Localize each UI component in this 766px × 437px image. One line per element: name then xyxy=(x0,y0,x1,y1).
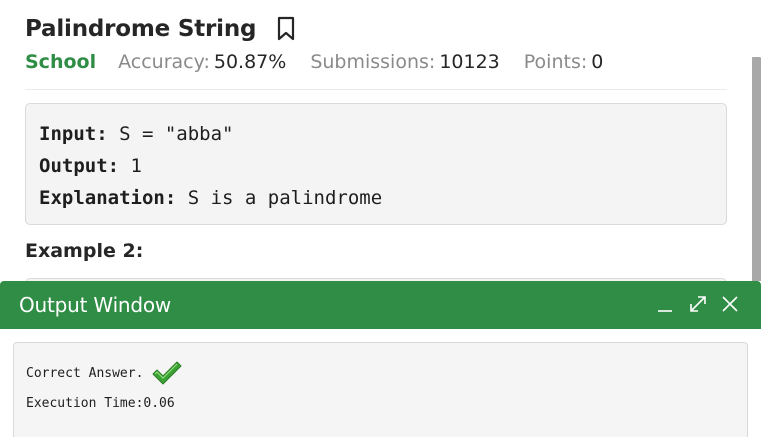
example-output-line: Output: 1 xyxy=(39,150,713,182)
output-window: Output Window Correct Answer. Execution … xyxy=(0,281,766,437)
explanation-label: Explanation: xyxy=(39,187,177,209)
title-row: Palindrome String xyxy=(25,16,296,42)
output-window-header: Output Window xyxy=(0,281,761,329)
submissions-value: 10123 xyxy=(439,51,500,73)
example-input-line: Input: S = "abba" xyxy=(39,118,713,150)
output-window-title: Output Window xyxy=(19,293,172,317)
accuracy-value: 50.87% xyxy=(213,51,287,73)
points-label: Points: xyxy=(523,51,588,73)
problem-title: Palindrome String xyxy=(25,16,257,42)
difficulty-badge: School xyxy=(25,51,97,73)
minimize-icon[interactable] xyxy=(655,293,677,315)
output-window-body: Correct Answer. Execution Time:0.06 xyxy=(13,342,748,437)
close-icon[interactable] xyxy=(719,293,741,315)
input-label: Input: xyxy=(39,123,108,145)
points-value: 0 xyxy=(591,51,604,73)
submissions-label: Submissions: xyxy=(310,51,436,73)
example-explanation-line: Explanation: S is a palindrome xyxy=(39,182,713,214)
divider xyxy=(25,89,727,90)
input-value: S = "abba" xyxy=(107,123,234,145)
example-2-heading: Example 2: xyxy=(25,240,144,262)
result-text: Correct Answer. xyxy=(26,365,144,381)
output-value: 1 xyxy=(119,155,142,177)
output-label: Output: xyxy=(39,155,120,177)
execution-time-line: Execution Time:0.06 xyxy=(26,395,175,411)
bookmark-icon[interactable] xyxy=(276,16,296,42)
result-line: Correct Answer. xyxy=(26,360,735,386)
accuracy-label: Accuracy: xyxy=(118,51,210,73)
checkmark-icon xyxy=(151,360,183,386)
scrollbar[interactable] xyxy=(752,57,761,297)
problem-meta: School Accuracy: 50.87% Submissions: 101… xyxy=(25,51,627,73)
window-controls xyxy=(655,293,741,315)
explanation-value: S is a palindrome xyxy=(176,187,383,209)
expand-icon[interactable] xyxy=(687,293,709,315)
example-1-box: Input: S = "abba" Output: 1 Explanation:… xyxy=(25,103,727,225)
